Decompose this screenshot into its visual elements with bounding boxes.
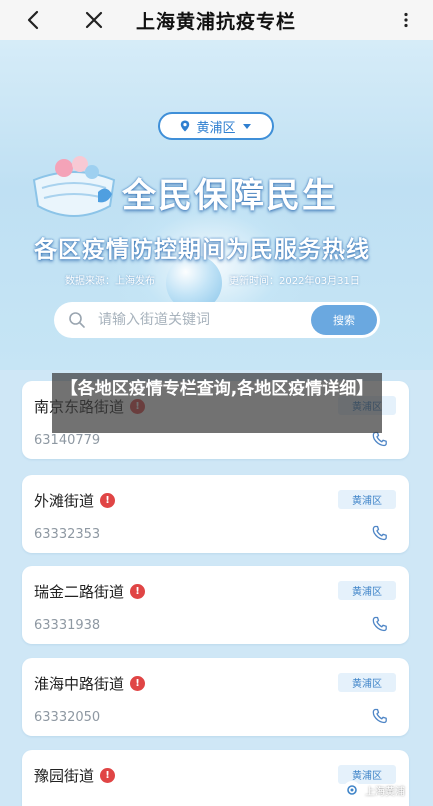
- banner-subheadline: 各区疫情防控期间为民服务热线: [34, 237, 370, 263]
- phone-icon[interactable]: [372, 431, 388, 447]
- back-arrow-icon[interactable]: [22, 8, 46, 32]
- phone-number: 63331938: [34, 618, 101, 633]
- watermark: 上海黄浦: [343, 780, 405, 800]
- close-icon[interactable]: [82, 8, 106, 32]
- district-selector[interactable]: 黄浦区: [158, 112, 274, 140]
- street-name-row: 瑞金二路街道 !: [34, 581, 146, 602]
- street-name-row: 豫园街道 !: [34, 765, 116, 786]
- nav-bar: 上海黄浦抗疫专栏: [0, 0, 433, 40]
- street-search-bar: 搜索: [54, 302, 380, 338]
- banner-headline: 全民保障民生: [122, 176, 338, 216]
- watermark-logo-icon: [343, 781, 361, 799]
- street-name: 淮海中路街道: [34, 675, 125, 693]
- street-card[interactable]: 外滩街道 ! 黄浦区 63332353: [22, 475, 409, 553]
- more-vertical-icon[interactable]: [398, 12, 414, 28]
- warning-icon: !: [130, 676, 146, 691]
- street-name: 瑞金二路街道: [34, 583, 125, 601]
- phone-icon[interactable]: [372, 708, 388, 724]
- district-tag: 黄浦区: [338, 490, 396, 509]
- chevron-down-icon: [242, 123, 251, 129]
- search-input[interactable]: [98, 308, 298, 332]
- phone-number: 63332353: [34, 527, 101, 542]
- watermark-text: 上海黄浦: [365, 786, 405, 798]
- phone-icon[interactable]: [372, 616, 388, 632]
- page-title: 上海黄浦抗疫专栏: [136, 11, 297, 33]
- face-mask-illustration: [32, 156, 116, 217]
- warning-icon: !: [100, 768, 116, 783]
- street-name: 外滩街道: [34, 492, 95, 510]
- street-name-row: 淮海中路街道 !: [34, 673, 146, 694]
- street-name: 豫园街道: [34, 767, 95, 785]
- street-card[interactable]: 瑞金二路街道 ! 黄浦区 63331938: [22, 566, 409, 644]
- phone-icon[interactable]: [372, 525, 388, 541]
- street-card[interactable]: 淮海中路街道 ! 黄浦区 63332050: [22, 658, 409, 736]
- search-button[interactable]: 搜索: [311, 305, 377, 335]
- warning-icon: !: [100, 493, 116, 508]
- street-name-row: 外滩街道 !: [34, 490, 116, 511]
- district-tag: 黄浦区: [338, 581, 396, 600]
- caption-overlay: 【各地区疫情专栏查询,各地区疫情详细】: [52, 373, 382, 433]
- search-icon: [69, 312, 85, 328]
- district-tag: 黄浦区: [338, 673, 396, 692]
- location-pin-icon: [181, 120, 190, 132]
- warning-icon: !: [130, 584, 146, 599]
- data-source: 数据来源：上海发布: [65, 276, 155, 287]
- update-time: 更新时间：2022年03月31日: [229, 276, 360, 287]
- phone-number: 63332050: [34, 710, 101, 725]
- district-label: 黄浦区: [196, 120, 236, 136]
- phone-number: 63140779: [34, 433, 101, 448]
